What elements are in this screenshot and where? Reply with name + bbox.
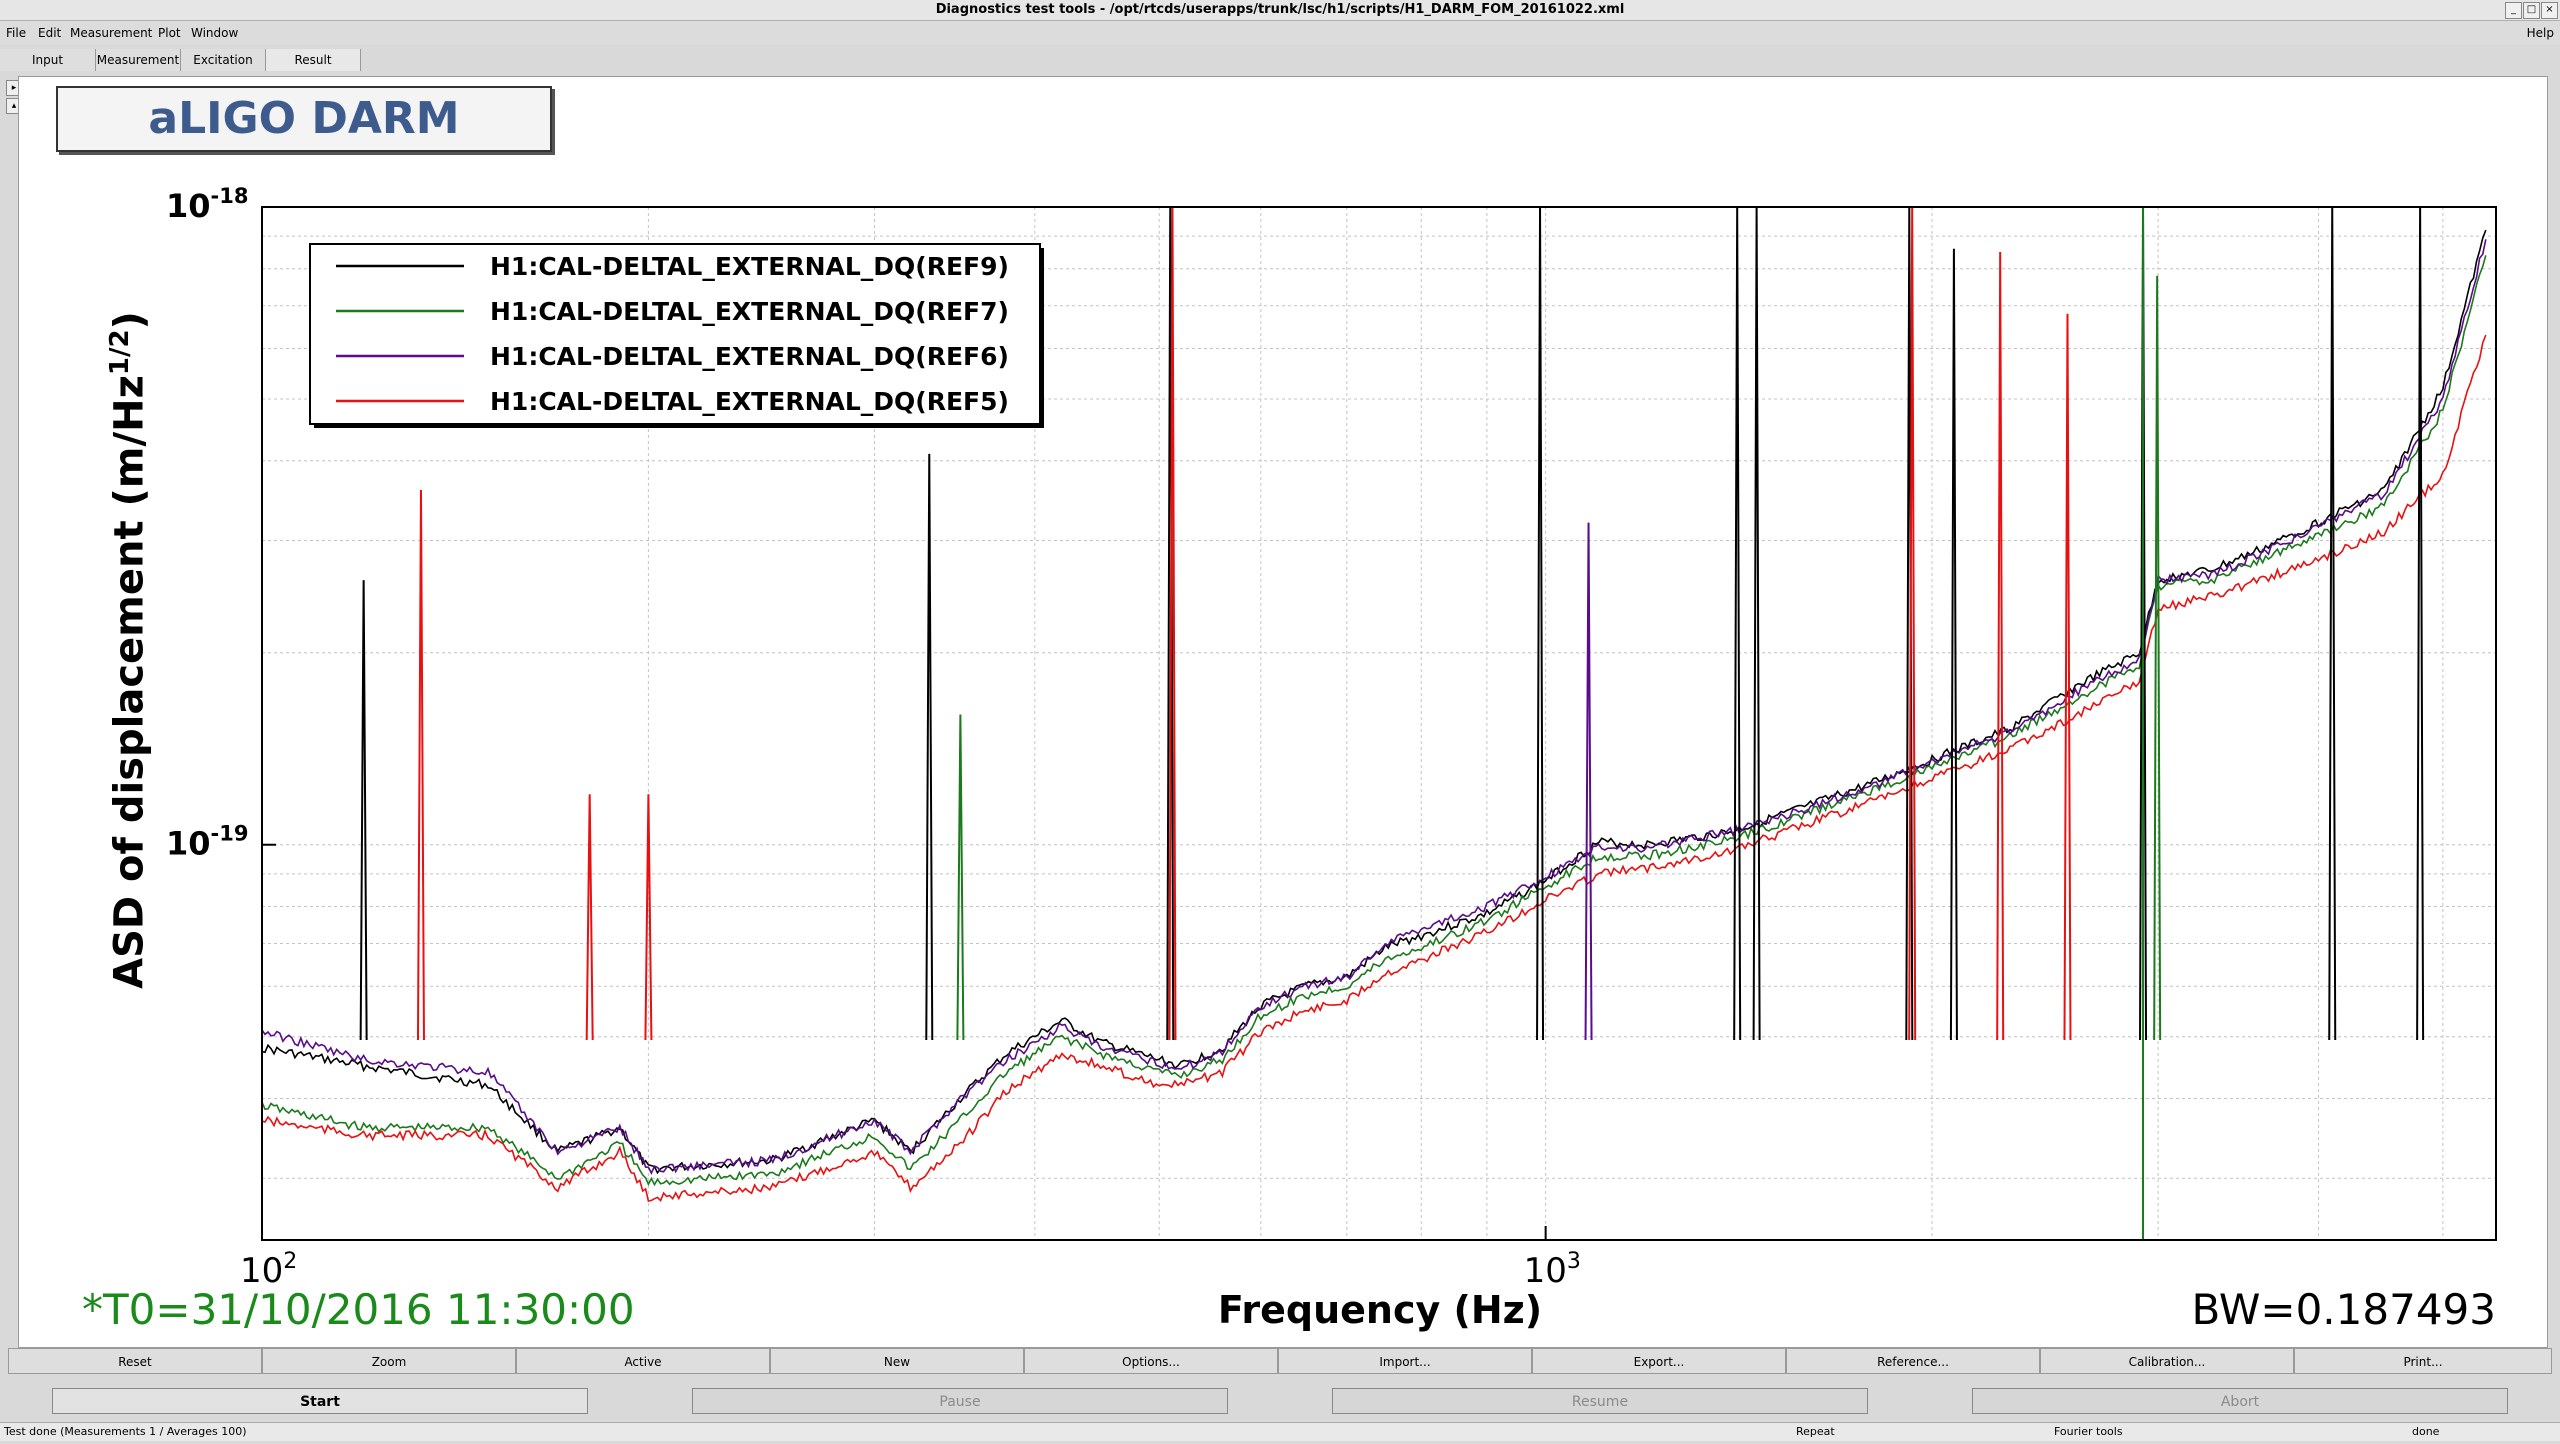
legend-shadow [1040,248,1044,428]
peak-line [1949,248,1958,1041]
peak-line [2328,206,2337,1041]
export-button[interactable]: Export... [1532,1348,1786,1374]
chart-area: 102 103 10-18 10-19 H1:CAL-DELTAL_EXTERNAL_… [0,0,2560,1440]
pause-button[interactable]: Pause [692,1388,1228,1414]
legend-entry-label: H1:CAL-DELTAL_EXTERNAL_DQ(REF5) [490,387,1009,416]
peak-line [2416,206,2425,1041]
abort-button[interactable]: Abort [1972,1388,2508,1414]
zoom-button[interactable]: Zoom [262,1348,516,1374]
import-button[interactable]: Import... [1278,1348,1532,1374]
status-text: Test done (Measurements 1 / Averages 100… [4,1425,247,1438]
start-button[interactable]: Start [52,1388,588,1414]
x-tick-label: 103 [1524,1249,1581,1291]
bandwidth-readout: BW=0.187493 [2191,1285,2496,1334]
calibration-button[interactable]: Calibration... [2040,1348,2294,1374]
legend-entry-label: H1:CAL-DELTAL_EXTERNAL_DQ(REF7) [490,297,1009,326]
legend: H1:CAL-DELTAL_EXTERNAL_DQ(REF9) H1:CAL-DE… [309,243,1044,428]
peak-line [956,714,965,1041]
status-repeat: Repeat [1796,1425,1835,1438]
plot-toolbar: Reset Zoom Active New Options... Import.… [8,1348,2552,1376]
status-fourier: Fourier tools [2054,1425,2123,1438]
t0-timestamp: *T0=31/10/2016 11:30:00 [82,1285,635,1334]
peak-line [1733,206,1742,1041]
reference-button[interactable]: Reference... [1786,1348,2040,1374]
peak-line [1584,522,1593,1041]
peak-line [359,580,368,1041]
asd-chart[interactable]: 102 10310-1810-19 H1:CAL-DELTAL_EXTERNAL_… [0,0,2560,1440]
series-line [261,334,2487,1203]
x-axis-label: Frequency (Hz) [1217,1288,1543,1332]
active-button[interactable]: Active [516,1348,770,1374]
print-button[interactable]: Print... [2294,1348,2552,1374]
peak-line [1996,252,2005,1041]
status-done: done [2412,1425,2440,1438]
peak-line [1752,206,1761,1041]
reset-button[interactable]: Reset [8,1348,262,1374]
status-bar: Test done (Measurements 1 / Averages 100… [0,1422,2560,1441]
measurement-controls: Start Pause Resume Abort [0,1382,2560,1422]
y-axis-label: ASD of displacement (m/Hz1/2) [105,311,153,989]
legend-entry-label: H1:CAL-DELTAL_EXTERNAL_DQ(REF6) [490,342,1009,371]
resume-button[interactable]: Resume [1332,1388,1868,1414]
peak-line [925,453,934,1041]
peak-line [585,794,594,1041]
peak-line [2063,313,2072,1041]
y-tick-label: 10-18 [166,184,248,225]
legend-shadow [314,424,1044,428]
y-tick-label: 10-19 [166,822,248,863]
peak-line [1536,206,1545,1041]
options-button[interactable]: Options... [1024,1348,1278,1374]
peak-line [416,489,425,1041]
peak-line [2153,275,2162,1041]
legend-entry-label: H1:CAL-DELTAL_EXTERNAL_DQ(REF9) [490,252,1009,281]
new-button[interactable]: New [770,1348,1024,1374]
